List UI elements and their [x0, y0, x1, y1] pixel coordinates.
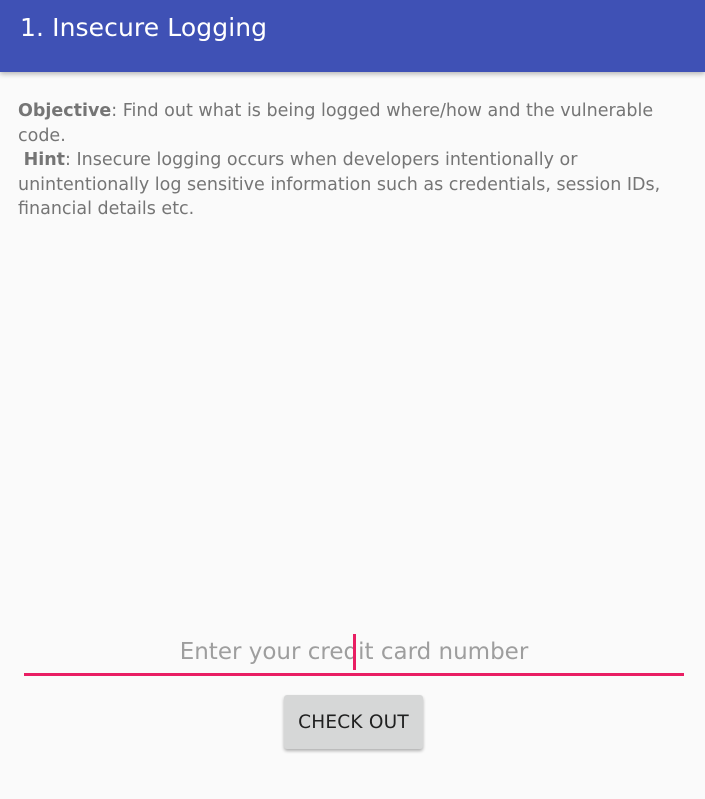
objective-line: Objective: Find out what is being logged… [18, 99, 690, 148]
challenge-description: Objective: Find out what is being logged… [18, 99, 690, 222]
hint-label: Hint [23, 150, 66, 170]
objective-label: Objective [18, 101, 112, 121]
objective-text: : Find out what is being logged where/ho… [18, 101, 654, 146]
check-out-button[interactable]: CHECK OUT [284, 695, 423, 749]
input-underline [24, 673, 684, 676]
hint-text: : Insecure logging occurs when developer… [18, 150, 661, 219]
app-bar: 1. Insecure Logging [0, 0, 705, 72]
hint-line: Hint: Insecure logging occurs when devel… [18, 148, 690, 222]
app-title: 1. Insecure Logging [20, 13, 268, 42]
credit-card-field-container [24, 630, 684, 676]
text-cursor [353, 634, 356, 670]
